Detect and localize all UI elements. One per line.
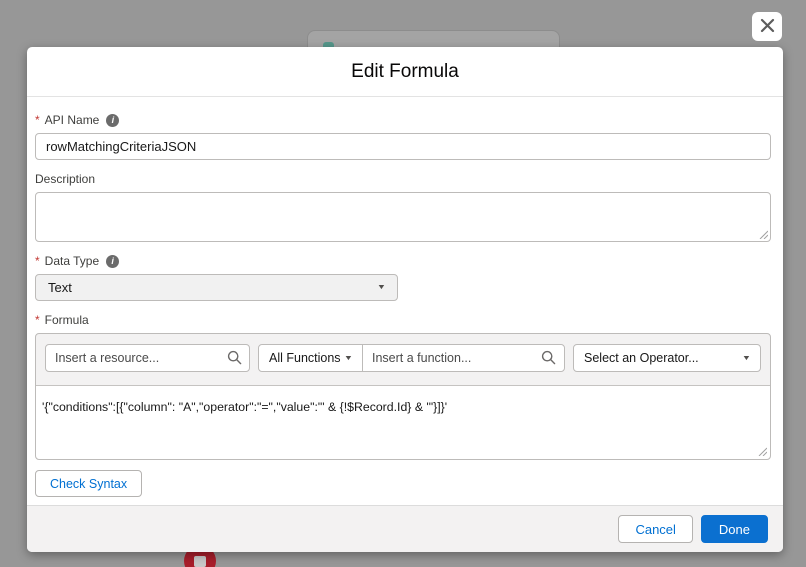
done-button[interactable]: Done [700,515,768,543]
resize-handle-icon[interactable] [758,229,769,240]
info-icon[interactable]: i [106,255,120,268]
data-type-select[interactable]: Text ▼ [35,274,398,301]
formula-textarea[interactable]: '{"conditions":[{"column": "A","operator… [36,386,770,459]
info-icon[interactable]: i [106,114,120,127]
required-asterisk: * [35,113,40,127]
modal-footer: Cancel Done [27,505,783,552]
edit-formula-modal: Edit Formula *API Name i Description [27,47,783,552]
data-type-field: * Data Type i Text ▼ [35,255,771,301]
modal-body: *API Name i Description *Data Typ [27,97,783,505]
chevron-down-icon: ▼ [343,354,354,362]
chevron-down-icon: ▼ [376,284,387,291]
modal-header: Edit Formula [27,47,783,97]
description-textarea[interactable] [35,192,771,242]
api-name-input[interactable] [35,133,771,160]
cancel-button[interactable]: Cancel [618,515,693,543]
resize-handle-icon[interactable] [757,446,768,457]
data-type-label: * Data Type i [35,255,771,268]
function-category-select[interactable]: All Functions ▼ [259,345,363,371]
check-syntax-button[interactable]: Check Syntax [35,470,143,497]
close-icon [760,18,775,36]
required-asterisk: * [35,254,40,268]
description-label: Description [35,172,96,186]
chevron-down-icon: ▼ [741,354,752,362]
search-icon [227,350,242,365]
insert-resource-input[interactable] [45,344,250,372]
insert-function-input[interactable] [363,345,564,371]
close-button[interactable] [752,12,782,41]
function-picker-group: All Functions ▼ [258,344,565,372]
api-name-label: * API Name i [35,114,771,127]
formula-builder: All Functions ▼ [35,333,771,460]
search-icon [541,350,556,365]
data-type-value: Text [48,280,72,295]
description-field: Description [35,173,771,242]
required-asterisk: * [35,313,40,327]
modal-title: Edit Formula [351,60,459,82]
formula-toolbar: All Functions ▼ [36,334,770,385]
operator-select[interactable]: Select an Operator... ▼ [573,344,761,372]
formula-label: * Formula [35,313,89,327]
formula-field: *Formula Al [35,314,771,497]
api-name-field: * API Name i [35,114,771,160]
